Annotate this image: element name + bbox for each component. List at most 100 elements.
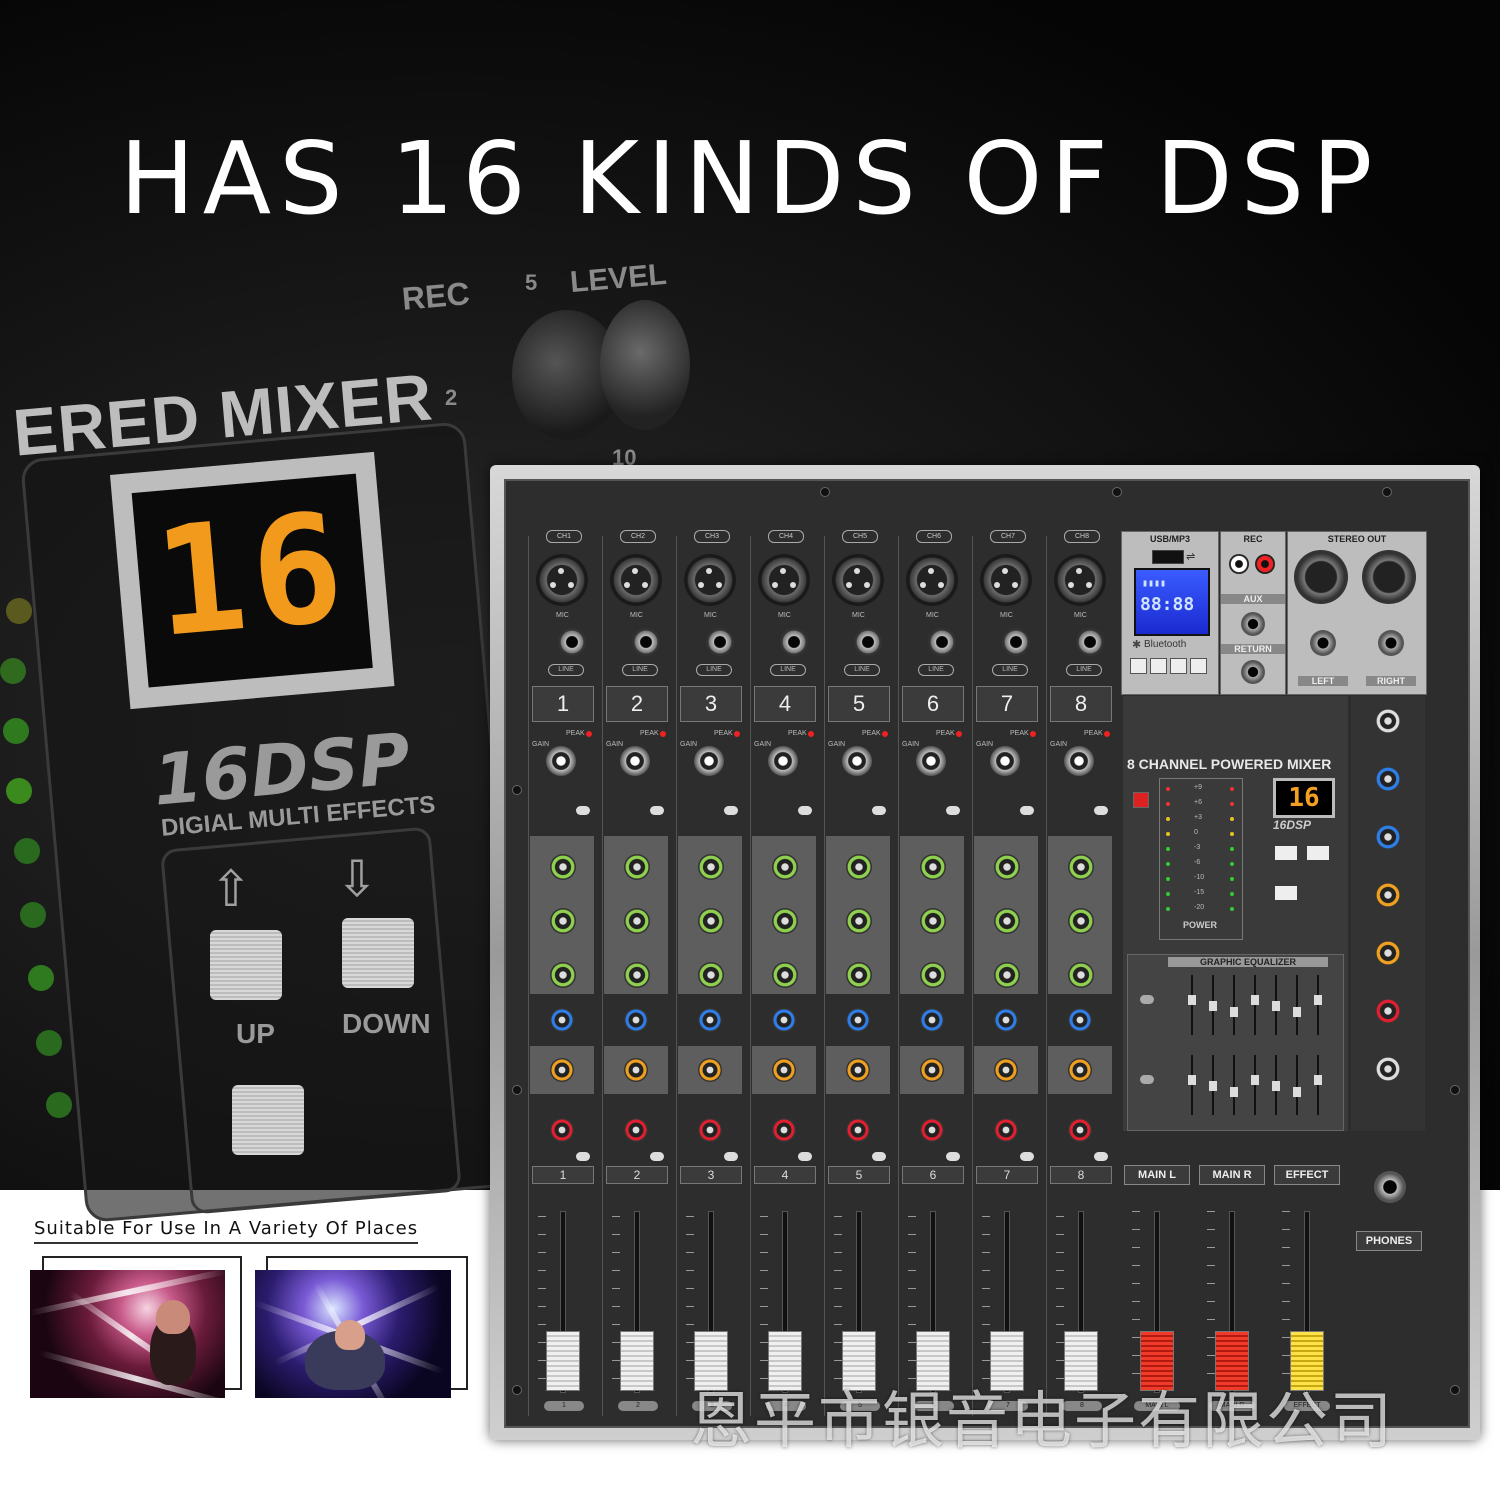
geq-slider[interactable] xyxy=(1314,995,1322,1005)
aux-send-knob[interactable] xyxy=(994,1008,1018,1032)
pad-button[interactable] xyxy=(798,806,812,815)
pan-knob[interactable] xyxy=(846,1118,870,1142)
aux-send-knob[interactable] xyxy=(920,1008,944,1032)
eq-mid-knob[interactable] xyxy=(846,908,872,934)
mic-xlr-input[interactable] xyxy=(758,554,810,606)
mic-xlr-input[interactable] xyxy=(906,554,958,606)
pad-button[interactable] xyxy=(872,806,886,815)
gain-knob[interactable] xyxy=(842,746,872,776)
pad-button[interactable] xyxy=(650,806,664,815)
eq-low-knob[interactable] xyxy=(1068,962,1094,988)
geq-switch[interactable] xyxy=(1140,995,1154,1004)
pan-knob[interactable] xyxy=(920,1118,944,1142)
aux-send-knob[interactable] xyxy=(698,1008,722,1032)
stereo-out-right-xlr[interactable] xyxy=(1362,550,1416,604)
mp3-button[interactable] xyxy=(1130,658,1147,674)
eq-high-knob[interactable] xyxy=(772,854,798,880)
geq-slider[interactable] xyxy=(1230,1007,1238,1017)
eq-high-knob[interactable] xyxy=(1068,854,1094,880)
effect-repeat-knob[interactable] xyxy=(1375,940,1401,966)
effect-send-knob[interactable] xyxy=(846,1058,870,1082)
eq-mid-knob[interactable] xyxy=(624,908,650,934)
geq-slider[interactable] xyxy=(1188,995,1196,1005)
aux-return-knob[interactable] xyxy=(1375,824,1401,850)
gain-knob[interactable] xyxy=(546,746,576,776)
rec-level-knob[interactable] xyxy=(1375,708,1401,734)
line-jack[interactable] xyxy=(632,628,660,656)
line-jack[interactable] xyxy=(780,628,808,656)
effect-send-knob[interactable] xyxy=(698,1058,722,1082)
mp3-button[interactable] xyxy=(1190,658,1207,674)
aux-send-knob[interactable] xyxy=(624,1008,648,1032)
rca-red-jack[interactable] xyxy=(1255,554,1275,574)
gain-knob[interactable] xyxy=(694,746,724,776)
eq-low-knob[interactable] xyxy=(920,962,946,988)
closeup-down-button[interactable] xyxy=(342,918,414,988)
pad-button[interactable] xyxy=(724,806,738,815)
left-out-jack[interactable] xyxy=(1310,630,1336,656)
aux-send-knob[interactable] xyxy=(1068,1008,1092,1032)
geq-slider[interactable] xyxy=(1314,1075,1322,1085)
effect-send-knob[interactable] xyxy=(1068,1058,1092,1082)
eq-high-knob[interactable] xyxy=(698,854,724,880)
closeup-up-button[interactable] xyxy=(210,930,282,1000)
pad-button[interactable] xyxy=(1094,806,1108,815)
pan-knob[interactable] xyxy=(1068,1118,1092,1142)
pan-knob[interactable] xyxy=(698,1118,722,1142)
eq-low-knob[interactable] xyxy=(624,962,650,988)
rca-white-jack[interactable] xyxy=(1229,554,1249,574)
effect-send-knob[interactable] xyxy=(772,1058,796,1082)
eq-high-knob[interactable] xyxy=(550,854,576,880)
geq-slider[interactable] xyxy=(1272,1001,1280,1011)
channel-fader[interactable] xyxy=(546,1331,580,1391)
geq-slider[interactable] xyxy=(1293,1087,1301,1097)
pan-knob[interactable] xyxy=(772,1118,796,1142)
pfl-button[interactable] xyxy=(1020,1152,1034,1161)
pfl-button[interactable] xyxy=(798,1152,812,1161)
phones-jack[interactable] xyxy=(1374,1171,1406,1203)
eq-low-knob[interactable] xyxy=(772,962,798,988)
effect-send-knob[interactable] xyxy=(550,1058,574,1082)
pan-knob[interactable] xyxy=(994,1118,1018,1142)
mic-xlr-input[interactable] xyxy=(536,554,588,606)
eq-mid-knob[interactable] xyxy=(994,908,1020,934)
gain-knob[interactable] xyxy=(990,746,1020,776)
pan-knob[interactable] xyxy=(550,1118,574,1142)
effect-send-knob[interactable] xyxy=(624,1058,648,1082)
geq-slider[interactable] xyxy=(1188,1075,1196,1085)
closeup-enter-button[interactable] xyxy=(232,1085,304,1155)
geq-slider[interactable] xyxy=(1272,1081,1280,1091)
pfl-button[interactable] xyxy=(946,1152,960,1161)
pan-knob[interactable] xyxy=(624,1118,648,1142)
pfl-button[interactable] xyxy=(1094,1152,1108,1161)
effect-delay-knob[interactable] xyxy=(1375,882,1401,908)
pad-button[interactable] xyxy=(946,806,960,815)
eq-mid-knob[interactable] xyxy=(1068,908,1094,934)
geq-slider[interactable] xyxy=(1230,1087,1238,1097)
eq-high-knob[interactable] xyxy=(624,854,650,880)
line-jack[interactable] xyxy=(1002,628,1030,656)
usb-port[interactable] xyxy=(1152,550,1184,564)
gain-knob[interactable] xyxy=(768,746,798,776)
eq-high-knob[interactable] xyxy=(920,854,946,880)
line-jack[interactable] xyxy=(854,628,882,656)
geq-slider[interactable] xyxy=(1209,1081,1217,1091)
aux-send-master-knob[interactable] xyxy=(1375,766,1401,792)
eq-mid-knob[interactable] xyxy=(698,908,724,934)
geq-slider[interactable] xyxy=(1209,1001,1217,1011)
eq-mid-knob[interactable] xyxy=(920,908,946,934)
line-jack[interactable] xyxy=(706,628,734,656)
eq-low-knob[interactable] xyxy=(550,962,576,988)
power-switch[interactable] xyxy=(1133,792,1149,808)
aux-send-knob[interactable] xyxy=(550,1008,574,1032)
pad-button[interactable] xyxy=(1020,806,1034,815)
eq-low-knob[interactable] xyxy=(994,962,1020,988)
eq-mid-knob[interactable] xyxy=(550,908,576,934)
dsp-down-button[interactable] xyxy=(1307,846,1329,860)
eq-low-knob[interactable] xyxy=(698,962,724,988)
mic-xlr-input[interactable] xyxy=(832,554,884,606)
stereo-out-left-xlr[interactable] xyxy=(1294,550,1348,604)
eq-high-knob[interactable] xyxy=(994,854,1020,880)
eq-high-knob[interactable] xyxy=(846,854,872,880)
mic-xlr-input[interactable] xyxy=(684,554,736,606)
